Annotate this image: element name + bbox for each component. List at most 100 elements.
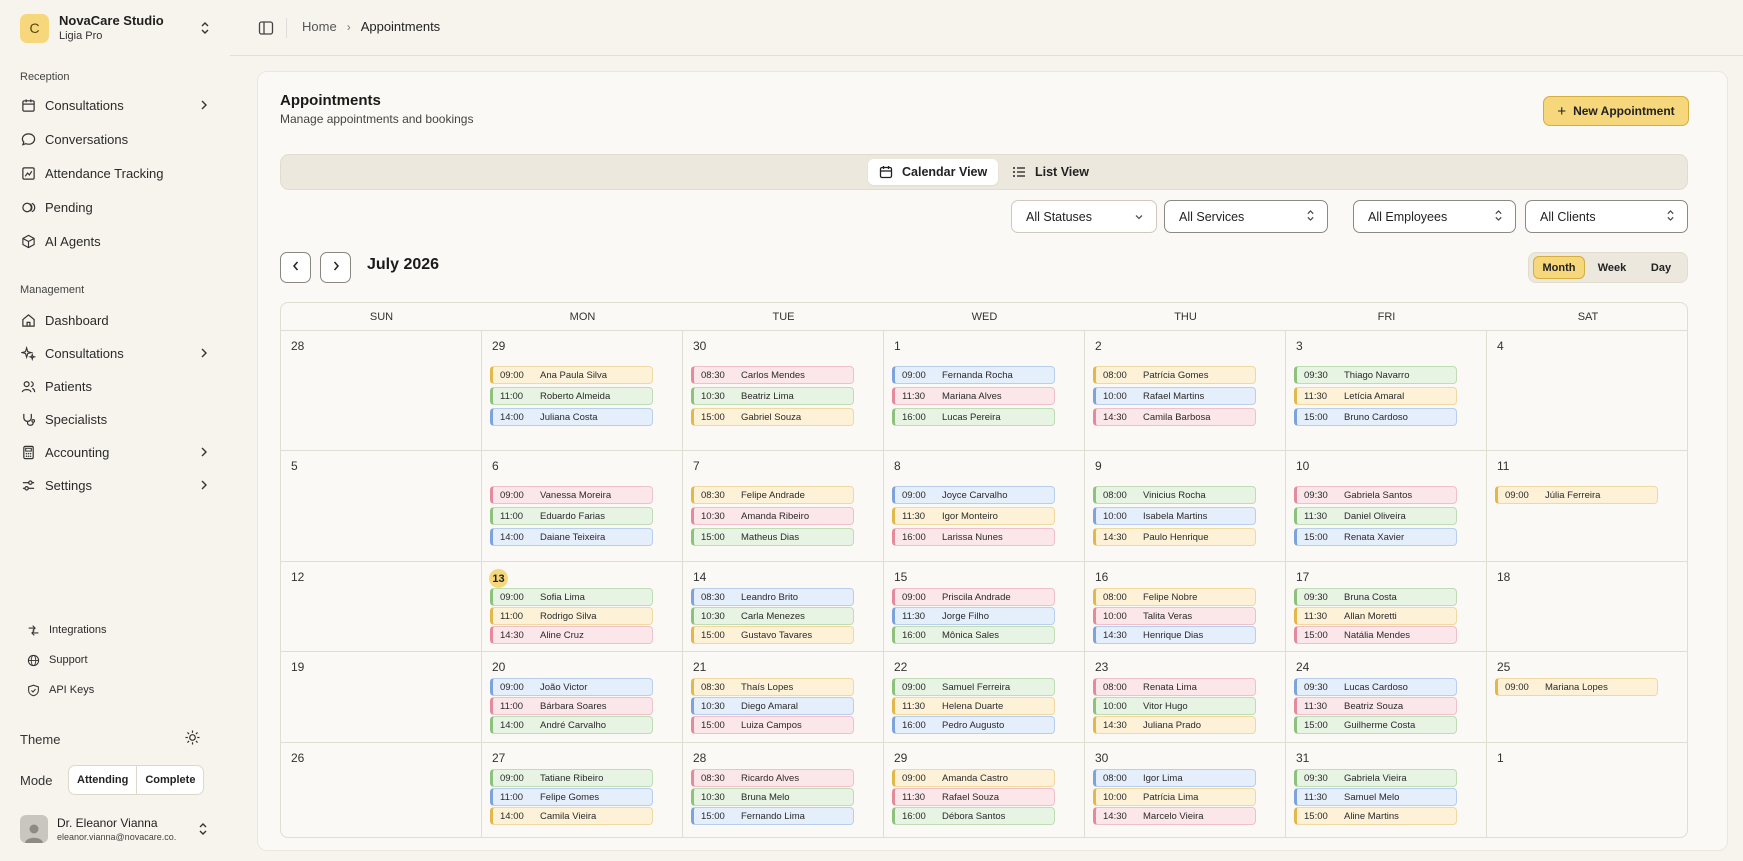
appointment-event[interactable]: 09:00 Sofia Lima bbox=[490, 588, 653, 606]
calendar-day-cell[interactable]: 25 09:00 Mariana Lopes bbox=[1487, 652, 1687, 743]
calendar-day-cell[interactable]: 9 08:00 Vinicius Rocha 10:00 Isabela Martins… bbox=[1085, 451, 1286, 562]
appointment-event[interactable]: 14:00 Daiane Teixeira bbox=[490, 528, 653, 546]
sidebar-item-conversations[interactable]: Conversations bbox=[20, 126, 210, 152]
appointment-event[interactable]: 15:00 Guilherme Costa bbox=[1294, 716, 1457, 734]
client-filter[interactable]: All Clients bbox=[1525, 200, 1688, 233]
appointment-event[interactable]: 08:30 Leandro Brito bbox=[691, 588, 854, 606]
appointment-event[interactable]: 10:00 Talita Veras bbox=[1093, 607, 1256, 625]
appointment-event[interactable]: 11:30 Rafael Souza bbox=[892, 788, 1055, 806]
appointment-event[interactable]: 10:00 Patrícia Lima bbox=[1093, 788, 1256, 806]
appointment-event[interactable]: 15:00 Matheus Dias bbox=[691, 528, 854, 546]
appointment-event[interactable]: 10:30 Amanda Ribeiro bbox=[691, 507, 854, 525]
appointment-event[interactable]: 09:00 Mariana Lopes bbox=[1495, 678, 1658, 696]
appointment-event[interactable]: 08:30 Carlos Mendes bbox=[691, 366, 854, 384]
calendar-day-cell[interactable]: 24 09:30 Lucas Cardoso 11:30 Beatriz Souza 15… bbox=[1286, 652, 1487, 743]
appointment-event[interactable]: 16:00 Mônica Sales bbox=[892, 626, 1055, 644]
sidebar-item-patients[interactable]: Patients bbox=[20, 373, 210, 399]
service-filter[interactable]: All Services bbox=[1164, 200, 1328, 233]
appointment-event[interactable]: 11:00 Bárbara Soares bbox=[490, 697, 653, 715]
appointment-event[interactable]: 11:30 Daniel Oliveira bbox=[1294, 507, 1457, 525]
appointment-event[interactable]: 10:30 Beatriz Lima bbox=[691, 387, 854, 405]
appointment-event[interactable]: 10:30 Carla Menezes bbox=[691, 607, 854, 625]
appointment-event[interactable]: 10:30 Diego Amaral bbox=[691, 697, 854, 715]
appointment-event[interactable]: 15:00 Gustavo Tavares bbox=[691, 626, 854, 644]
appointment-event[interactable]: 11:30 Allan Moretti bbox=[1294, 607, 1457, 625]
calendar-day-cell[interactable]: 22 09:00 Samuel Ferreira 11:30 Helena Duarte… bbox=[884, 652, 1085, 743]
calendar-day-cell[interactable]: 8 09:00 Joyce Carvalho 11:30 Igor Monteiro 16… bbox=[884, 451, 1085, 562]
appointment-event[interactable]: 09:30 Bruna Costa bbox=[1294, 588, 1457, 606]
appointment-event[interactable]: 08:00 Patrícia Gomes bbox=[1093, 366, 1256, 384]
calendar-day-cell[interactable]: 16 08:00 Felipe Nobre 10:00 Talita Veras 14:3… bbox=[1085, 562, 1286, 652]
sidebar-item-accounting[interactable]: Accounting bbox=[20, 439, 210, 465]
appointment-event[interactable]: 09:00 Priscila Andrade bbox=[892, 588, 1055, 606]
appointment-event[interactable]: 11:30 Mariana Alves bbox=[892, 387, 1055, 405]
appointment-event[interactable]: 08:30 Thaís Lopes bbox=[691, 678, 854, 696]
appointment-event[interactable]: 14:00 Juliana Costa bbox=[490, 408, 653, 426]
sidebar-item-consultations[interactable]: Consultations bbox=[20, 340, 210, 366]
sidebar-item-ai-agents[interactable]: AI Agents bbox=[20, 228, 210, 254]
appointment-event[interactable]: 09:00 Júlia Ferreira bbox=[1495, 486, 1658, 504]
calendar-day-cell[interactable]: 23 08:00 Renata Lima 10:00 Vitor Hugo 14:30 Ju… bbox=[1085, 652, 1286, 743]
appointment-event[interactable]: 15:00 Gabriel Souza bbox=[691, 408, 854, 426]
utility-item-api-keys[interactable]: API Keys bbox=[26, 679, 94, 701]
calendar-day-cell[interactable]: 17 09:30 Bruna Costa 11:30 Allan Moretti 15:0… bbox=[1286, 562, 1487, 652]
appointment-event[interactable]: 09:00 João Victor bbox=[490, 678, 653, 696]
calendar-day-cell[interactable]: 29 09:00 Ana Paula Silva 11:00 Roberto Almei… bbox=[482, 331, 683, 451]
appointment-event[interactable]: 10:00 Vitor Hugo bbox=[1093, 697, 1256, 715]
calendar-day-cell[interactable]: 3 09:30 Thiago Navarro 11:30 Letícia Amaral 1… bbox=[1286, 331, 1487, 451]
appointment-event[interactable]: 11:30 Helena Duarte bbox=[892, 697, 1055, 715]
breadcrumb-home[interactable]: Home bbox=[302, 19, 337, 34]
appointment-event[interactable]: 11:30 Beatriz Souza bbox=[1294, 697, 1457, 715]
appointment-event[interactable]: 14:30 Camila Barbosa bbox=[1093, 408, 1256, 426]
appointment-event[interactable]: 11:30 Igor Monteiro bbox=[892, 507, 1055, 525]
appointment-event[interactable]: 08:00 Igor Lima bbox=[1093, 769, 1256, 787]
appointment-event[interactable]: 14:30 Marcelo Vieira bbox=[1093, 807, 1256, 825]
prev-month-button[interactable] bbox=[280, 252, 311, 283]
calendar-day-cell[interactable]: 29 09:00 Amanda Castro 11:30 Rafael Souza 16:… bbox=[884, 743, 1085, 837]
appointment-event[interactable]: 11:00 Felipe Gomes bbox=[490, 788, 653, 806]
appointment-event[interactable]: 14:00 André Carvalho bbox=[490, 716, 653, 734]
appointment-event[interactable]: 14:00 Camila Vieira bbox=[490, 807, 653, 825]
range-day-button[interactable]: Day bbox=[1639, 256, 1683, 279]
tab-list-view[interactable]: List View bbox=[1001, 159, 1100, 185]
calendar-day-cell[interactable]: 14 08:30 Leandro Brito 10:30 Carla Menezes 15… bbox=[683, 562, 884, 652]
appointment-event[interactable]: 09:00 Ana Paula Silva bbox=[490, 366, 653, 384]
appointment-event[interactable]: 11:30 Samuel Melo bbox=[1294, 788, 1457, 806]
range-month-button[interactable]: Month bbox=[1533, 256, 1585, 279]
appointment-event[interactable]: 09:30 Thiago Navarro bbox=[1294, 366, 1457, 384]
appointment-event[interactable]: 15:00 Aline Martins bbox=[1294, 807, 1457, 825]
calendar-day-cell[interactable]: 2 08:00 Patrícia Gomes 10:00 Rafael Martins 1… bbox=[1085, 331, 1286, 451]
appointment-event[interactable]: 09:00 Amanda Castro bbox=[892, 769, 1055, 787]
calendar-day-cell[interactable]: 4 bbox=[1487, 331, 1687, 451]
mode-option-attending[interactable]: Attending bbox=[69, 766, 136, 794]
appointment-event[interactable]: 10:30 Bruna Melo bbox=[691, 788, 854, 806]
calendar-day-cell[interactable]: 5 bbox=[281, 451, 482, 562]
calendar-day-cell[interactable]: 20 09:00 João Victor 11:00 Bárbara Soares 14:… bbox=[482, 652, 683, 743]
calendar-day-cell[interactable]: 30 08:30 Carlos Mendes 10:30 Beatriz Lima 15:… bbox=[683, 331, 884, 451]
calendar-day-cell[interactable]: 11 09:00 Júlia Ferreira bbox=[1487, 451, 1687, 562]
sidebar-item-consultations[interactable]: Consultations bbox=[20, 92, 210, 118]
appointment-event[interactable]: 11:30 Jorge Filho bbox=[892, 607, 1055, 625]
appointment-event[interactable]: 15:00 Luiza Campos bbox=[691, 716, 854, 734]
tab-calendar-view[interactable]: Calendar View bbox=[868, 159, 999, 185]
employee-filter[interactable]: All Employees bbox=[1353, 200, 1516, 233]
sidebar-item-specialists[interactable]: Specialists bbox=[20, 406, 210, 432]
calendar-day-cell[interactable]: 7 08:30 Felipe Andrade 10:30 Amanda Ribeiro 1… bbox=[683, 451, 884, 562]
appointment-event[interactable]: 11:00 Roberto Almeida bbox=[490, 387, 653, 405]
calendar-day-cell[interactable]: 21 08:30 Thaís Lopes 10:30 Diego Amaral 15:00… bbox=[683, 652, 884, 743]
appointment-event[interactable]: 14:30 Aline Cruz bbox=[490, 626, 653, 644]
appointment-event[interactable]: 09:00 Tatiane Ribeiro bbox=[490, 769, 653, 787]
calendar-day-cell[interactable]: 28 bbox=[281, 331, 482, 451]
sidebar-item-attendance-tracking[interactable]: Attendance Tracking bbox=[20, 160, 210, 186]
calendar-day-cell[interactable]: 1 09:00 Fernanda Rocha 11:30 Mariana Alves 16… bbox=[884, 331, 1085, 451]
appointment-event[interactable]: 10:00 Rafael Martins bbox=[1093, 387, 1256, 405]
calendar-day-cell[interactable]: 30 08:00 Igor Lima 10:00 Patrícia Lima 14:30 M… bbox=[1085, 743, 1286, 837]
appointment-event[interactable]: 09:00 Joyce Carvalho bbox=[892, 486, 1055, 504]
calendar-day-cell[interactable]: 1 bbox=[1487, 743, 1687, 837]
utility-item-support[interactable]: Support bbox=[26, 649, 88, 671]
utility-item-integrations[interactable]: Integrations bbox=[26, 619, 106, 641]
user-menu[interactable]: Dr. Eleanor Vianna eleanor.vianna@novaca… bbox=[20, 812, 210, 846]
calendar-day-cell[interactable]: 26 bbox=[281, 743, 482, 837]
calendar-day-cell[interactable]: 12 bbox=[281, 562, 482, 652]
appointment-event[interactable]: 08:00 Renata Lima bbox=[1093, 678, 1256, 696]
